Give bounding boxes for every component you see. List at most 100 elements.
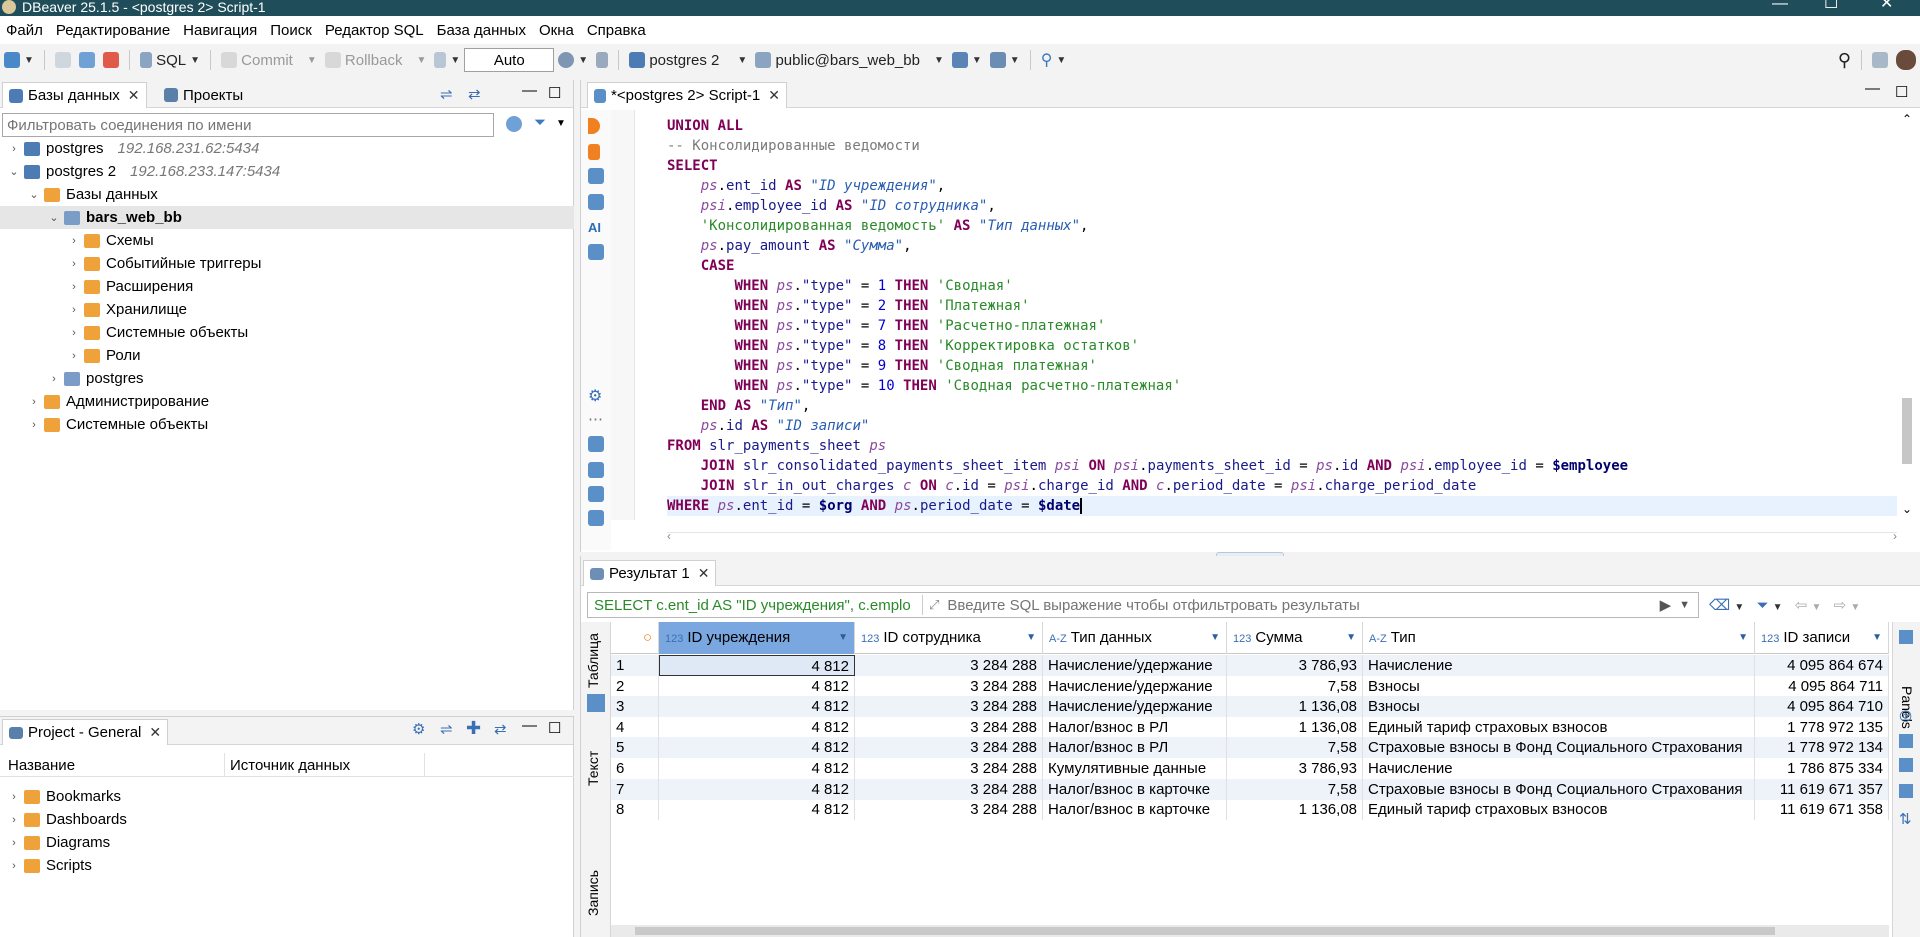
table-cell[interactable]: 1 136,08	[1227, 799, 1363, 821]
console-icon[interactable]	[588, 244, 604, 260]
chevron-right-icon[interactable]: ›	[68, 327, 80, 339]
export-icon[interactable]	[588, 436, 604, 452]
table-cell[interactable]: 7,58	[1227, 675, 1363, 697]
row-number[interactable]: 2	[611, 675, 659, 697]
menu-file[interactable]: Файл	[6, 22, 43, 39]
table-cell[interactable]: Начисление	[1363, 758, 1755, 779]
grid-view-icon[interactable]	[587, 694, 605, 712]
row-number[interactable]: 4	[611, 716, 659, 738]
project-item-diagrams[interactable]: › Diagrams	[8, 831, 110, 854]
menu-database[interactable]: База данных	[437, 22, 526, 39]
query-preview[interactable]: SELECT c.ent_id AS "ID учреждения", c.em…	[594, 597, 916, 614]
table-cell[interactable]: 7,58	[1227, 778, 1363, 800]
panels-icon[interactable]	[1899, 630, 1913, 644]
select-all-corner-icon[interactable]: ○	[611, 622, 659, 654]
tree-item-roles[interactable]: › Роли	[68, 344, 140, 367]
table-cell[interactable]: Страховые взносы в Фонд Социального Стра…	[1363, 778, 1755, 800]
table-cell[interactable]: 1 136,08	[1227, 696, 1363, 718]
tree-item-storage[interactable]: › Хранилище	[68, 298, 187, 321]
lock-button[interactable]	[592, 47, 612, 73]
table-row[interactable]: 14 812 3 284 288 Начисление/удержание 3 786…	[611, 655, 1889, 676]
editor-vertical-scrollbar[interactable]: ⌃ ⌄	[1900, 112, 1914, 518]
tab-script-1[interactable]: *<postgres 2> Script-1 ✕	[587, 82, 787, 108]
active-connection-selector[interactable]: postgres 2 ▼	[625, 47, 751, 73]
tree-item-databases[interactable]: ⌄ Базы данных	[28, 183, 157, 206]
avatar[interactable]	[1892, 47, 1920, 73]
tree-item-postgres-2[interactable]: ⌄ postgres 2 192.168.233.147:5434	[8, 160, 280, 183]
table-row[interactable]: 44 812 3 284 288 Налог/взнос в РЛ 1 136,08 Е…	[611, 716, 1889, 738]
table-cell[interactable]: Единый тариф страховых взносов	[1363, 716, 1755, 738]
link-icon[interactable]: ⇄	[494, 720, 507, 738]
chevron-down-icon[interactable]: ⌄	[8, 165, 20, 178]
scrollbar-thumb[interactable]	[635, 927, 1775, 935]
maximize-panel-icon[interactable]: ☐	[548, 719, 561, 737]
chevron-right-icon[interactable]: ›	[68, 304, 80, 316]
table-row[interactable]: 64 812 3 284 288 Кумулятивные данные 3 786,…	[611, 758, 1889, 779]
project-item-bookmarks[interactable]: › Bookmarks	[8, 785, 121, 808]
table-cell[interactable]: 4 812	[659, 716, 855, 738]
tools-button[interactable]: ▼	[986, 47, 1024, 73]
table-cell[interactable]: 4 812	[659, 758, 855, 779]
table-cell[interactable]: 1 778 972 135	[1755, 716, 1889, 738]
tab-projects[interactable]: Проекты	[158, 82, 249, 108]
tab-text-view[interactable]: Текст	[585, 751, 601, 786]
code-line[interactable]: 'Консолидированная ведомость' AS "Тип да…	[667, 216, 1897, 236]
row-number[interactable]: 5	[611, 737, 659, 759]
table-cell[interactable]: 1 786 875 334	[1755, 758, 1889, 779]
history-button[interactable]: ▼	[554, 47, 592, 73]
collapse-all-icon[interactable]: ⇌	[440, 85, 453, 103]
grouping-icon[interactable]: ⇅	[1899, 810, 1912, 828]
table-cell[interactable]: 3 284 288	[855, 778, 1043, 800]
commit-button[interactable]: Commit ▼	[217, 47, 321, 73]
chevron-down-icon[interactable]: ⌄	[1902, 502, 1912, 516]
tab-databases[interactable]: Базы данных ✕	[2, 82, 147, 108]
row-number[interactable]: 8	[611, 799, 659, 821]
row-number[interactable]: 1	[611, 655, 659, 676]
chevron-right-icon[interactable]: ›	[8, 814, 20, 826]
chevron-right-icon[interactable]: ›	[68, 350, 80, 362]
close-tab-icon[interactable]: ✕	[128, 87, 140, 104]
tree-item-system-objects[interactable]: › Системные объекты	[68, 321, 248, 344]
table-cell[interactable]: 4 812	[659, 737, 855, 759]
sql-code-editor[interactable]: UNION ALL -- Консолидированные ведомости S…	[667, 116, 1897, 516]
chevron-right-icon[interactable]: ›	[1893, 529, 1897, 543]
maximize-panel-icon[interactable]: ☐	[1895, 83, 1908, 101]
table-cell[interactable]: 4 812	[659, 675, 855, 697]
result-filter-input[interactable]	[947, 596, 1660, 614]
column-header-type[interactable]: A-Z Тип ▼	[1363, 622, 1755, 654]
load-plan-icon[interactable]	[588, 194, 604, 210]
table-row[interactable]: 74 812 3 284 288 Налог/взнос в карточке 7,5…	[611, 778, 1889, 800]
chevron-right-icon[interactable]: ›	[28, 396, 40, 408]
transaction-mode-field[interactable]: Auto	[464, 48, 555, 72]
code-line[interactable]: WHEN ps."type" = 8 THEN 'Корректировка о…	[667, 336, 1897, 356]
apply-filter-icon[interactable]: ▶	[1660, 596, 1672, 614]
project-item-dashboards[interactable]: › Dashboards	[8, 808, 127, 831]
maximize-icon[interactable]: ☐	[1824, 0, 1838, 12]
table-cell[interactable]: 4 812	[659, 778, 855, 800]
menu-sql-editor[interactable]: Редактор SQL	[325, 22, 424, 39]
filter-history-chevron-icon[interactable]: ▼	[1679, 599, 1690, 611]
menu-help[interactable]: Справка	[587, 22, 646, 39]
table-row[interactable]: 84 812 3 284 288 Налог/взнос в карточке 1 1…	[611, 799, 1889, 821]
grid-horizontal-scrollbar[interactable]	[611, 925, 1889, 937]
sort-chevron-icon[interactable]: ▼	[1210, 622, 1220, 654]
code-line[interactable]: FROM slr_payments_sheet ps	[667, 436, 1897, 456]
code-line[interactable]: WHEN ps."type" = 1 THEN 'Сводная'	[667, 276, 1897, 296]
close-tab-icon[interactable]: ✕	[768, 87, 780, 104]
table-cell[interactable]: Взносы	[1363, 675, 1755, 697]
chevron-down-icon[interactable]: ⌄	[48, 211, 60, 224]
table-cell[interactable]: 4 812	[659, 655, 855, 676]
disconnect-button[interactable]	[99, 47, 123, 73]
maximize-panel-icon[interactable]: ☐	[548, 84, 561, 102]
connection-filter-input[interactable]	[2, 113, 494, 137]
table-cell[interactable]: Налог/взнос в карточке	[1043, 778, 1227, 800]
tab-result-1[interactable]: Результат 1 ✕	[583, 560, 717, 586]
row-number[interactable]: 3	[611, 696, 659, 718]
tree-item-extensions[interactable]: › Расширения	[68, 275, 193, 298]
column-header-employee-id[interactable]: 123 ID сотрудника ▼	[855, 622, 1043, 654]
metadata-icon[interactable]	[1899, 734, 1913, 748]
table-cell[interactable]: 1 136,08	[1227, 716, 1363, 738]
code-line[interactable]: WHEN ps."type" = 7 THEN 'Расчетно-платеж…	[667, 316, 1897, 336]
link-editor-icon[interactable]: ⇄	[468, 85, 481, 103]
code-line[interactable]: ps.pay_amount AS "Сумма",	[667, 236, 1897, 256]
